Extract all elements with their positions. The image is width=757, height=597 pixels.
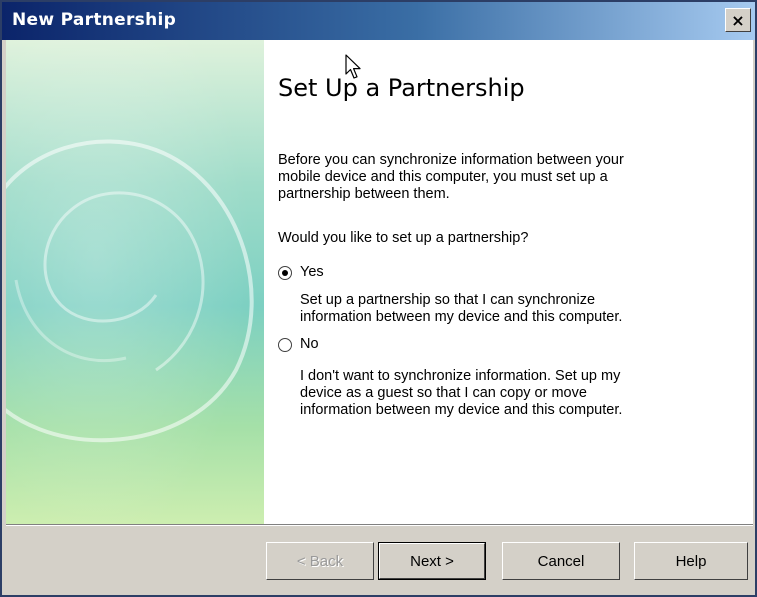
- option-yes[interactable]: Yes: [278, 264, 324, 281]
- help-button[interactable]: Help: [634, 542, 748, 580]
- page-heading: Set Up a Partnership: [278, 74, 525, 102]
- button-separator: [6, 524, 753, 526]
- no-description-line: I don't want to synchronize information.…: [300, 368, 621, 384]
- close-icon: ×: [731, 10, 745, 30]
- title-bar[interactable]: New Partnership ×: [2, 2, 755, 40]
- no-label[interactable]: No: [300, 336, 319, 353]
- back-button[interactable]: < Back: [266, 542, 374, 580]
- decorative-side-panel: [6, 40, 264, 524]
- intro-text: Before you can synchronize information b…: [278, 152, 624, 203]
- no-description-line: information between my device and this c…: [300, 402, 623, 418]
- yes-radio-button[interactable]: [278, 265, 292, 280]
- intro-line: mobile device and this computer, you mus…: [278, 169, 608, 185]
- window-title: New Partnership: [12, 10, 177, 30]
- option-no[interactable]: No: [278, 336, 319, 353]
- no-description: I don't want to synchronize information.…: [300, 368, 622, 419]
- new-partnership-dialog: New Partnership × Set Up a Partnership B…: [0, 0, 757, 597]
- no-description-line: device as a guest so that I can copy or …: [300, 385, 587, 401]
- next-button[interactable]: Next >: [378, 542, 486, 580]
- intro-line: partnership between them.: [278, 186, 450, 202]
- yes-description-line: information between my device and this c…: [300, 309, 623, 325]
- swirl-graphic: [6, 40, 264, 524]
- yes-description: Set up a partnership so that I can synch…: [300, 292, 622, 326]
- close-button[interactable]: ×: [725, 8, 751, 32]
- cancel-button[interactable]: Cancel: [502, 542, 620, 580]
- question-text: Would you like to set up a partnership?: [278, 230, 529, 246]
- intro-line: Before you can synchronize information b…: [278, 152, 624, 168]
- wizard-content: Set Up a Partnership Before you can sync…: [264, 40, 753, 524]
- mouse-cursor-icon: [345, 54, 361, 79]
- no-radio-button[interactable]: [278, 337, 292, 352]
- yes-description-line: Set up a partnership so that I can synch…: [300, 292, 596, 308]
- yes-label[interactable]: Yes: [300, 264, 324, 281]
